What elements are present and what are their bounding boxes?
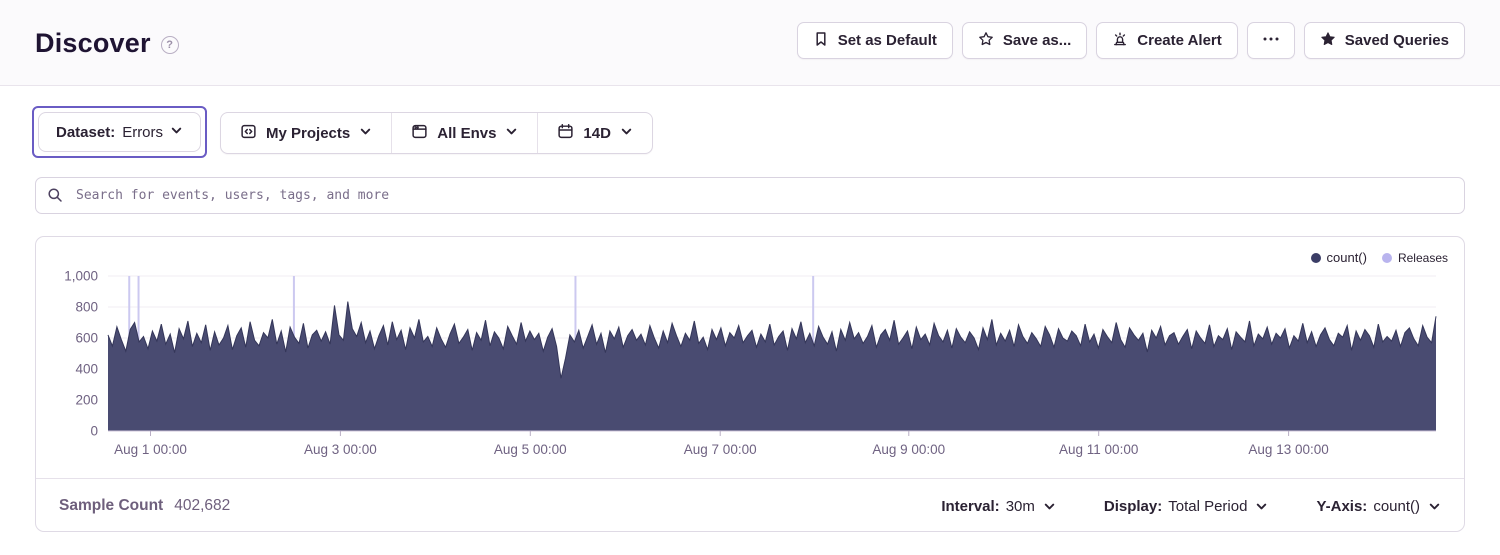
more-options-button[interactable] (1247, 22, 1295, 59)
button-label: Set as Default (838, 32, 937, 49)
search-row (35, 177, 1465, 214)
svg-text:600: 600 (75, 331, 98, 346)
dataset-dropdown[interactable]: Dataset: Errors (38, 112, 201, 152)
sample-count-label: Sample Count (59, 497, 163, 515)
create-alert-button[interactable]: Create Alert (1096, 22, 1237, 59)
siren-icon (1112, 31, 1128, 51)
toolbar: Set as Default Save as... Create Alert (797, 22, 1465, 59)
display-value: Total Period (1168, 498, 1247, 515)
releases-series-dot-icon (1382, 253, 1392, 263)
button-label: Saved Queries (1345, 32, 1449, 49)
sample-count-value: 402,682 (174, 497, 230, 515)
legend-item-releases[interactable]: Releases (1382, 251, 1448, 265)
search-input[interactable] (35, 177, 1465, 214)
chevron-down-icon (1428, 500, 1441, 513)
svg-text:200: 200 (75, 393, 98, 408)
events-area-chart[interactable]: 0 200 400 600 800 1,000 Aug 1 00:00 Aug 3 00:00… (36, 237, 1464, 477)
chart-legend: count() Releases (1311, 250, 1449, 265)
dataset-label: Dataset: (56, 124, 115, 141)
dataset-value: Errors (122, 124, 163, 141)
svg-text:1,000: 1,000 (64, 269, 98, 284)
chevron-down-icon (1043, 500, 1056, 513)
chevron-down-icon (505, 125, 518, 142)
environment-filter-dropdown[interactable]: All Envs (391, 113, 537, 153)
button-label: Create Alert (1137, 32, 1221, 49)
window-icon (411, 123, 428, 144)
legend-item-count[interactable]: count() (1311, 250, 1367, 265)
svg-text:Aug 5 00:00: Aug 5 00:00 (494, 442, 567, 457)
button-label: Save as... (1003, 32, 1071, 49)
svg-text:800: 800 (75, 300, 98, 315)
projects-icon (240, 123, 257, 144)
interval-label: Interval: (941, 498, 999, 515)
project-filter-dropdown[interactable]: My Projects (221, 113, 391, 153)
search-icon (47, 187, 63, 208)
y-axis-dropdown[interactable]: Y-Axis: count() (1316, 498, 1441, 515)
svg-text:Aug 11 00:00: Aug 11 00:00 (1059, 442, 1138, 457)
legend-label: count() (1327, 250, 1367, 265)
svg-text:Aug 7 00:00: Aug 7 00:00 (684, 442, 757, 457)
page-header: Discover ? Set as Default Save as... (0, 0, 1500, 86)
svg-text:Aug 13 00:00: Aug 13 00:00 (1248, 442, 1328, 457)
display-label: Display: (1104, 498, 1162, 515)
bookmark-icon (813, 31, 829, 51)
page-title: Discover (35, 28, 151, 59)
svg-text:400: 400 (75, 362, 98, 377)
save-as-button[interactable]: Save as... (962, 22, 1087, 59)
chevron-down-icon (620, 125, 633, 142)
page-filter-group: My Projects All Envs (220, 112, 653, 154)
ellipsis-icon (1261, 31, 1281, 51)
star-outline-icon (978, 31, 994, 51)
date-range-filter-label: 14D (583, 125, 611, 142)
svg-text:0: 0 (90, 424, 98, 439)
svg-text:Aug 9 00:00: Aug 9 00:00 (872, 442, 945, 457)
legend-label: Releases (1398, 251, 1448, 265)
y-axis-label: Y-Axis: (1316, 498, 1367, 515)
chevron-down-icon (170, 124, 183, 141)
chart-footer: Sample Count 402,682 Interval: 30m Displ… (36, 479, 1464, 533)
chevron-down-icon (1255, 500, 1268, 513)
sample-count: Sample Count 402,682 (59, 497, 230, 515)
star-filled-icon (1320, 31, 1336, 51)
saved-queries-button[interactable]: Saved Queries (1304, 22, 1465, 59)
svg-text:Aug 3 00:00: Aug 3 00:00 (304, 442, 377, 457)
count-series-dot-icon (1311, 253, 1321, 263)
set-as-default-button[interactable]: Set as Default (797, 22, 953, 59)
y-axis-value: count() (1373, 498, 1420, 515)
footer-controls: Interval: 30m Display: Total Period Y-Ax… (941, 498, 1441, 515)
date-range-filter-dropdown[interactable]: 14D (537, 113, 652, 153)
display-dropdown[interactable]: Display: Total Period (1104, 498, 1269, 515)
environment-filter-label: All Envs (437, 125, 496, 142)
svg-text:Aug 1 00:00: Aug 1 00:00 (114, 442, 187, 457)
filter-row: Dataset: Errors My Projects (32, 106, 653, 158)
events-chart-panel: count() Releases 0 200 400 600 800 1,000 Aug 1… (35, 236, 1465, 532)
dataset-highlight-outline: Dataset: Errors (32, 106, 207, 158)
interval-dropdown[interactable]: Interval: 30m (941, 498, 1056, 515)
interval-value: 30m (1006, 498, 1035, 515)
help-icon[interactable]: ? (161, 36, 179, 54)
project-filter-label: My Projects (266, 125, 350, 142)
title-wrap: Discover ? (35, 0, 179, 86)
calendar-icon (557, 123, 574, 144)
chevron-down-icon (359, 125, 372, 142)
